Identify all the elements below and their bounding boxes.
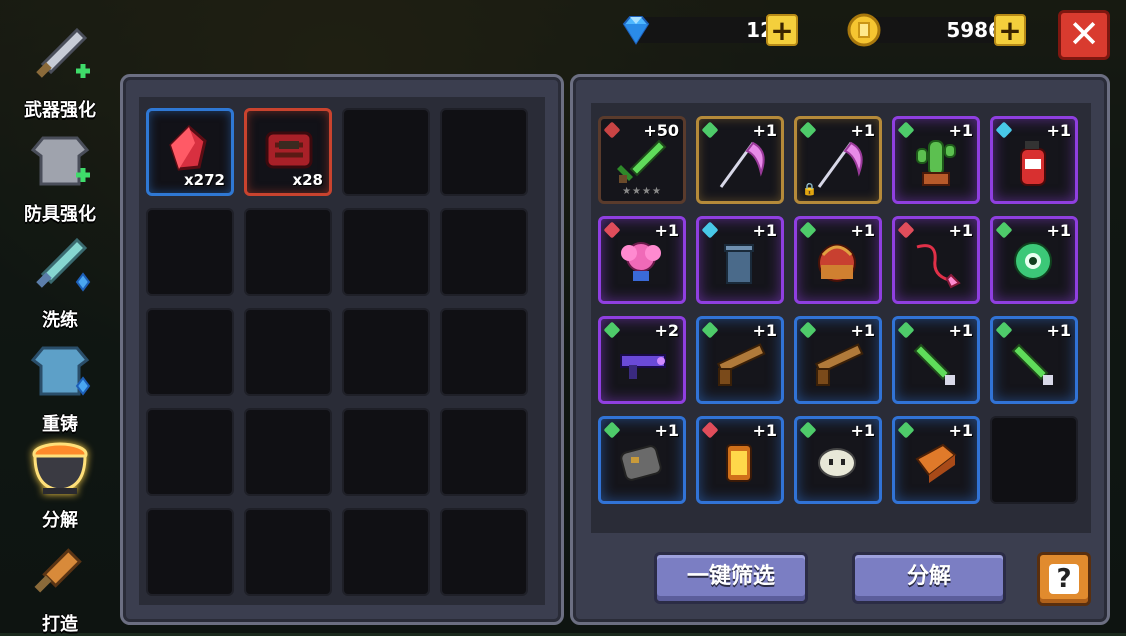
item-slot[interactable]: +1 [990,116,1078,204]
ghost-blob-icon [818,448,856,478]
basket-icon [818,244,856,282]
sidebar-label: 打造 [42,614,78,635]
empty-material-slot[interactable] [146,208,234,296]
close-button[interactable]: ✕ [1058,10,1110,60]
shotgun-icon [717,343,766,386]
coin-icon [847,13,881,47]
empty-material-slot[interactable] [146,308,234,396]
empty-material-slot[interactable] [244,508,332,596]
green-dagger-icon [1011,343,1053,385]
cauldron-icon [32,442,88,494]
empty-material-slot[interactable] [440,408,528,496]
sidebar-item-recast[interactable]: 重铸 [10,336,110,436]
empty-material-slot[interactable] [440,208,528,296]
stone-icon [620,445,662,481]
empty-material-slot[interactable] [146,408,234,496]
lantern-icon [726,444,752,482]
coin-count: 5986 [946,18,1002,42]
item-slot[interactable]: +1 [696,216,784,304]
empty-material-slot[interactable] [146,508,234,596]
armor-upgrade-icon [30,136,90,186]
item-slot[interactable]: +1 [892,216,980,304]
item-slot[interactable]: +1 [696,416,784,504]
add-coins-button[interactable]: + [994,14,1026,46]
material-slot[interactable]: x28 [244,108,332,196]
green-dagger-icon [913,343,955,385]
gem-count: 12 [746,18,774,42]
item-slot[interactable]: +1 🔒 [794,116,882,204]
shotgun-icon [815,343,864,386]
empty-material-slot[interactable] [440,508,528,596]
item-slot[interactable]: +1 [794,316,882,404]
sidebar-item-armor-upgrade[interactable]: 防具强化 [10,126,110,226]
item-slot[interactable]: +1 [598,216,686,304]
cactus-icon [916,140,956,186]
eye-orb-icon [1014,242,1052,280]
material-count: x28 [292,171,323,189]
item-slot[interactable]: +2 [598,316,686,404]
trash-can-icon [724,244,754,284]
fire-extinguisher-icon [1020,141,1046,186]
help-icon: ? [1049,564,1079,594]
red-crystal-icon [169,124,207,171]
brick-icon [915,443,957,483]
empty-material-slot[interactable] [244,308,332,396]
item-slot[interactable]: +1 [892,316,980,404]
item-slot[interactable]: +50 ★★★★ [598,116,686,204]
empty-material-slot[interactable] [342,108,430,196]
sidebar-label: 防具强化 [24,204,96,225]
item-slot[interactable]: +1 [892,116,980,204]
red-ore-chest-icon [265,131,313,169]
material-slot[interactable]: x272 [146,108,234,196]
recast-icon [30,346,91,396]
item-slot[interactable]: +1 [696,116,784,204]
scythe-icon [817,141,863,188]
dismantle-button[interactable]: 分解 [852,552,1006,604]
lock-icon: 🔒 [802,182,817,196]
item-slot[interactable]: +1 [696,316,784,404]
sidebar-label: 分解 [42,510,78,531]
refine-icon [36,237,91,292]
item-slot[interactable]: +1 [892,416,980,504]
forge-icon [34,548,82,593]
empty-material-slot[interactable] [440,108,528,196]
empty-material-slot[interactable] [440,308,528,396]
sidebar-item-weapon-upgrade[interactable]: 武器强化 [10,22,110,122]
sword-upgrade-icon [36,27,90,78]
item-slot[interactable]: +1 [794,416,882,504]
item-slot[interactable]: +1 [794,216,882,304]
purple-gun-icon [620,354,666,379]
coin-counter: 5986 + [846,12,1036,48]
empty-material-slot[interactable] [244,408,332,496]
sidebar-item-refine[interactable]: 洗练 [10,232,110,332]
sidebar-item-forge[interactable]: 打造 [10,536,110,636]
green-sword-icon [617,139,667,183]
help-button[interactable]: ? [1037,552,1091,606]
item-slot[interactable]: +1 [598,416,686,504]
item-slot[interactable]: +1 [990,316,1078,404]
gem-counter: 12 + [618,12,808,48]
item-stars: ★★★★ [622,186,662,197]
material-count: x272 [184,171,225,189]
whip-icon [916,244,961,289]
empty-material-slot[interactable] [342,408,430,496]
empty-item-slot[interactable] [990,416,1078,504]
empty-material-slot[interactable] [244,208,332,296]
item-slot[interactable]: +1 [990,216,1078,304]
sidebar-item-dismantle[interactable]: 分解 [10,432,110,532]
scythe-icon [719,141,765,188]
sidebar-label: 洗练 [42,310,78,331]
empty-material-slot[interactable] [342,508,430,596]
empty-material-slot[interactable] [342,208,430,296]
pink-flower-icon [621,242,661,281]
add-gems-button[interactable]: + [766,14,798,46]
sidebar-label: 武器强化 [24,100,96,121]
diamond-icon [622,16,650,45]
empty-material-slot[interactable] [342,308,430,396]
quick-filter-button[interactable]: 一键筛选 [654,552,808,604]
